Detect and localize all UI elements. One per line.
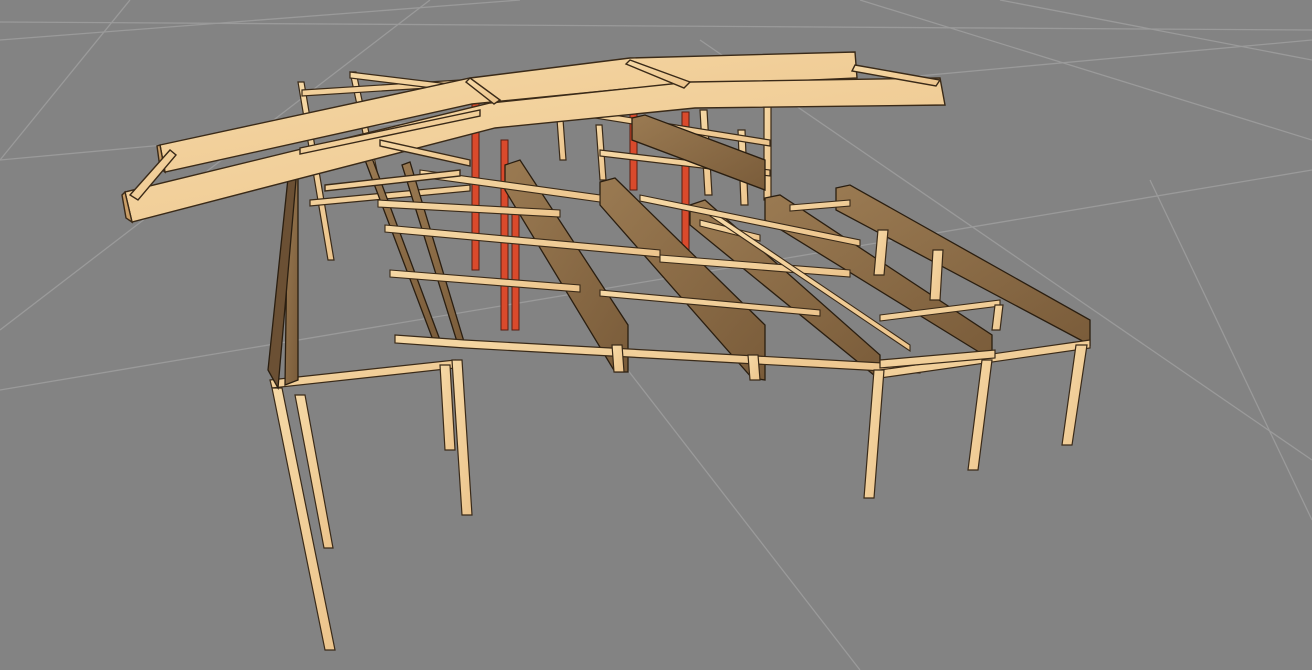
3d-viewport[interactable] <box>0 0 1312 670</box>
left-dark-wall <box>267 175 299 391</box>
scene-canvas <box>0 0 1312 670</box>
